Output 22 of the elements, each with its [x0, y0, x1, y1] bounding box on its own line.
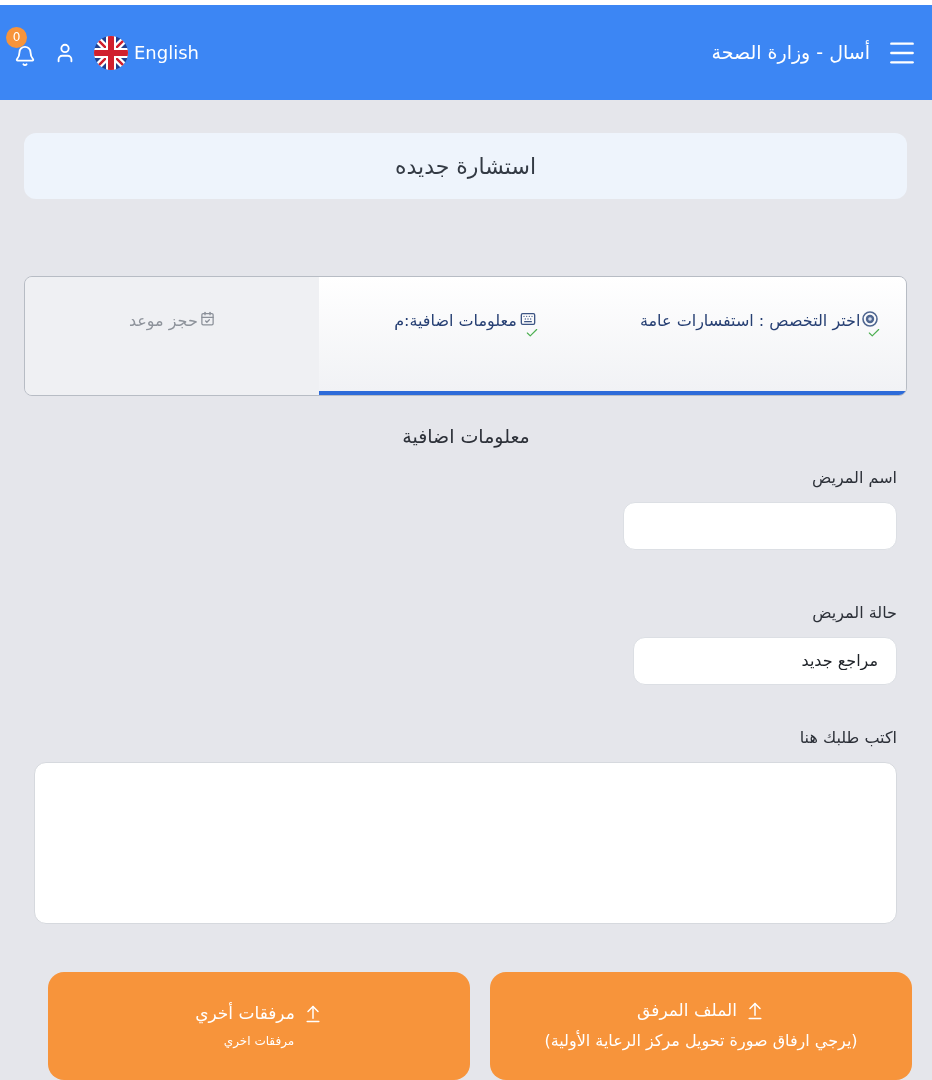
language-button[interactable]: English: [94, 35, 199, 70]
flag-icon: [94, 35, 128, 70]
section-title: معلومات اضافية: [402, 424, 530, 450]
upload-hint: مرفقات اخري: [223, 1033, 295, 1051]
page-title: استشارة جديده: [395, 152, 536, 181]
upload-hint: (يرجي ارفاق صورة تحويل مركز الرعاية الأولية): [544, 1029, 858, 1053]
input-field[interactable]: [623, 501, 897, 550]
upload-button[interactable]: مرفقات أخري مرفقات اخري: [48, 971, 470, 1080]
target-icon: [862, 311, 879, 327]
notification-badge: 0: [6, 26, 27, 48]
calendar-check-icon: [199, 311, 215, 326]
bell-icon[interactable]: [14, 44, 36, 67]
field-label: اكتب طلبك هنا: [799, 726, 897, 749]
app-title: أسال - وزارة الصحة: [711, 39, 870, 66]
step-tab[interactable]: حجز موعد: [25, 277, 319, 395]
input-field[interactable]: مراجع جديد: [633, 636, 897, 685]
upload-button[interactable]: الملف المرفق (يرجي ارفاق صورة تحويل مركز الرعاية الأولية): [490, 971, 912, 1080]
field-label: اسم المريض: [811, 466, 897, 489]
field-label: حالة المريض: [812, 601, 897, 624]
keyboard-icon: [518, 311, 537, 327]
step-tab[interactable]: اختر التخصص : استفسارات عامة: [612, 277, 906, 395]
step-tab[interactable]: معلومات اضافية:م: [318, 277, 613, 395]
